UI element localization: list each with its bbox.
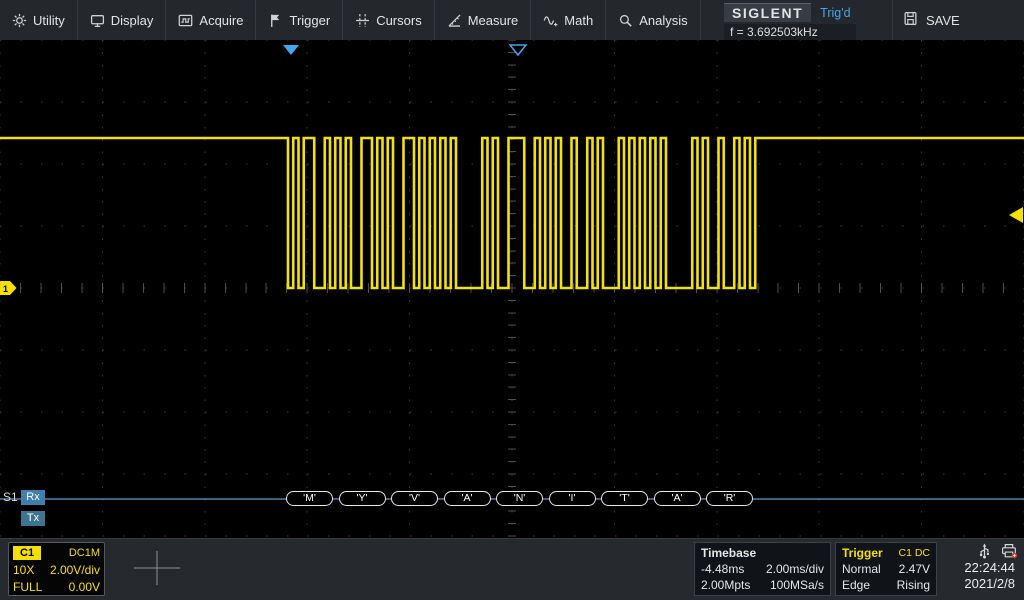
clock-time: 22:24:44 (964, 560, 1015, 576)
trigger-status: Trig'd (820, 6, 850, 20)
menu-item-label: Measure (468, 13, 519, 28)
menu-item-label: Analysis (639, 13, 687, 28)
menu-item-analysis[interactable]: Analysis (606, 0, 700, 40)
channel1-coupling: DC1M (69, 547, 100, 559)
menu-item-label: Trigger (289, 13, 330, 28)
crosshair-icon (134, 551, 180, 590)
menu-item-label: Math (564, 13, 593, 28)
trigger-title: Trigger (842, 545, 883, 561)
analysis-icon (618, 13, 633, 28)
decode-bubble: 'V' (391, 491, 438, 506)
trigger-mode: Normal (842, 561, 881, 577)
trigger-position-marker[interactable] (283, 45, 299, 55)
trigger-slope: Rising (897, 577, 930, 593)
decode-tx-badge: Tx (21, 511, 45, 526)
menu-item-label: Utility (33, 13, 65, 28)
decode-bubble: 'M' (286, 491, 333, 506)
channel1-trace (0, 138, 1024, 288)
decode-bubble: 'A' (444, 491, 491, 506)
decode-bubble: 'I' (549, 491, 596, 506)
decode-rx-badge: Rx (21, 490, 45, 505)
save-label: SAVE (926, 13, 960, 28)
timebase-samplerate: 100MSa/s (770, 577, 824, 593)
timebase-panel[interactable]: Timebase -4.48ms 2.00ms/div 2.00Mpts 100… (694, 542, 831, 596)
menu-bar: Utility Display Acquire Trigger Cursors Measu… (0, 0, 1024, 40)
save-button[interactable]: SAVE (892, 0, 970, 40)
menu-item-measure[interactable]: Measure (435, 0, 532, 40)
timebase-title: Timebase (701, 545, 824, 561)
channel1-offset: 0.00V (69, 580, 100, 594)
menu-item-display[interactable]: Display (78, 0, 167, 40)
trigger-level: 2.47V (899, 561, 930, 577)
display-icon (90, 13, 105, 28)
acquire-icon (178, 13, 193, 28)
timebase-delay: -4.48ms (701, 561, 744, 577)
svg-text:1: 1 (3, 284, 8, 294)
waveform-area[interactable]: 1 S1 Rx Tx 'M' 'Y' 'V' 'A' 'N' 'I' 'T' 'A' 'R' (0, 40, 1024, 538)
decode-bubble: 'N' (496, 491, 543, 506)
brand-cluster: SIGLENT Trig'd f = 3.692503kHz (724, 0, 874, 40)
status-bar: C1 DC1M 10X 2.00V/div FULL 0.00V Timebas… (0, 538, 1024, 600)
menu-item-label: Display (111, 13, 154, 28)
menu-item-label: Acquire (199, 13, 243, 28)
decode-bubble: 'R' (706, 491, 753, 506)
menu-items: Utility Display Acquire Trigger Cursors Measu… (0, 0, 722, 40)
clock: 22:24:44 2021/2/8 (964, 560, 1015, 592)
measure-icon (447, 13, 462, 28)
channel1-probe: 10X (13, 563, 34, 577)
channel1-badge: C1 (13, 546, 41, 560)
save-icon (903, 11, 918, 29)
trigger-frequency-readout: f = 3.692503kHz (724, 24, 856, 40)
channel1-panel[interactable]: C1 DC1M 10X 2.00V/div FULL 0.00V (8, 542, 105, 596)
channel1-scale: 2.00V/div (50, 563, 100, 577)
clock-date: 2021/2/8 (964, 576, 1015, 592)
decode-bubble: 'A' (654, 491, 701, 506)
decode-bubble: 'T' (601, 491, 648, 506)
channel1-bandwidth: FULL (13, 580, 42, 594)
siglent-logo: SIGLENT (724, 3, 811, 22)
menu-item-acquire[interactable]: Acquire (166, 0, 256, 40)
gear-icon (12, 13, 27, 28)
timebase-scale: 2.00ms/div (766, 561, 824, 577)
menu-item-math[interactable]: Math (531, 0, 606, 40)
graticule-grid (0, 40, 1024, 536)
waveform-svg: 1 (0, 40, 1024, 538)
channel1-offset-marker[interactable]: 1 (0, 281, 17, 295)
cursors-icon (355, 13, 370, 28)
trigger-panel[interactable]: Trigger C1 DC Normal 2.47V Edge Rising (835, 542, 937, 596)
trigger-type: Edge (842, 577, 870, 593)
trigger-source: C1 DC (898, 545, 930, 561)
timebase-memory: 2.00Mpts (701, 577, 750, 593)
decode-bus-label: S1 (3, 490, 18, 504)
math-icon (543, 13, 558, 28)
menu-item-label: Cursors (376, 13, 422, 28)
menu-item-trigger[interactable]: Trigger (256, 0, 343, 40)
trigger-level-marker[interactable] (1009, 207, 1023, 223)
flag-icon (268, 13, 283, 28)
decode-bubble: 'Y' (339, 491, 386, 506)
menu-item-cursors[interactable]: Cursors (343, 0, 435, 40)
menu-item-utility[interactable]: Utility (0, 0, 78, 40)
